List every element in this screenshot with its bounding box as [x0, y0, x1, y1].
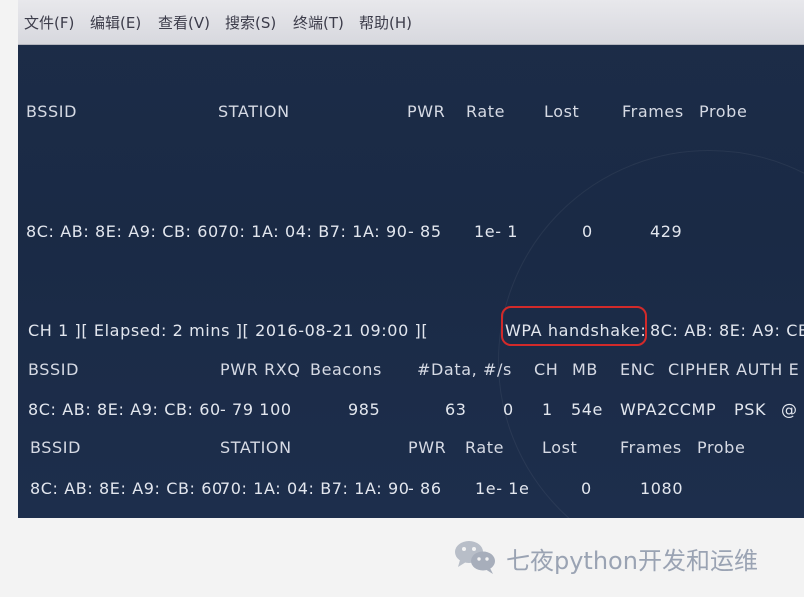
col-ch: CH — [534, 360, 559, 379]
pwr-value: - 86 — [408, 479, 442, 498]
rate-value: 1e- 1 — [474, 222, 519, 241]
terminal-screen: 文件(F) 编辑(E) 查看(V) 搜索(S) 终端(T) 帮助(H) BSSI… — [18, 0, 804, 518]
menu-view[interactable]: 查看(V) — [158, 12, 210, 33]
col-pwr: PWR — [408, 438, 447, 457]
col-enc: ENC — [620, 360, 656, 379]
col-lost: Lost — [544, 102, 580, 121]
pwr-value: - 85 — [408, 222, 442, 241]
data-rate-value: 0 — [503, 400, 514, 419]
lost-value: 0 — [581, 479, 592, 498]
menu-bar: 文件(F) 编辑(E) 查看(V) 搜索(S) 终端(T) 帮助(H) — [18, 0, 804, 45]
pwr-rxq-value: - 79 100 — [220, 400, 292, 419]
menu-terminal[interactable]: 终端(T) — [293, 12, 344, 33]
bssid-value: 8C: AB: 8E: A9: CB: 60 — [26, 222, 219, 241]
menu-search[interactable]: 搜索(S) — [225, 12, 276, 33]
col-pwr: PWR — [407, 102, 446, 121]
frames-value: 429 — [650, 222, 683, 241]
col-bssid: BSSID — [28, 360, 80, 379]
bottom-station-row: 8C: AB: 8E: A9: CB: 60 70: 1A: 04: B7: 1… — [18, 479, 804, 503]
menu-help[interactable]: 帮助(H) — [359, 12, 412, 33]
frames-value: 1080 — [640, 479, 684, 498]
auth-value: PSK — [734, 400, 767, 419]
col-station: STATION — [220, 438, 292, 457]
mb-value: 54e — [571, 400, 604, 419]
bottom-station-header-row: BSSID STATION PWR Rate Lost Frames Probe — [18, 438, 804, 462]
watermark: 七夜python开发和运维 — [452, 535, 792, 577]
col-bssid: BSSID — [30, 438, 82, 457]
essid-value: @ — [781, 400, 798, 419]
bssid-value: 8C: AB: 8E: A9: CB: 60 — [28, 400, 221, 419]
col-station: STATION — [218, 102, 290, 121]
top-station-header-row: BSSID STATION PWR Rate Lost Frames Probe — [18, 102, 804, 126]
col-probe: Probe — [699, 102, 748, 121]
cipher-value: CCMP — [668, 400, 717, 419]
top-station-row: 8C: AB: 8E: A9: CB: 60 70: 1A: 04: B7: 1… — [18, 222, 804, 246]
wpa-handshake-bssid: 8C: AB: 8E: A9: CB: — [650, 321, 804, 340]
ap-header-row: BSSID PWR RXQ Beacons #Data, #/s CH MB E… — [18, 360, 804, 384]
col-bssid: BSSID — [26, 102, 78, 121]
ap-row: 8C: AB: 8E: A9: CB: 60 - 79 100 985 63 0… — [18, 400, 804, 424]
bssid-value: 8C: AB: 8E: A9: CB: 60 — [30, 479, 223, 498]
col-pwr-rxq: PWR RXQ — [220, 360, 301, 379]
rate-value: 1e- 1e — [475, 479, 530, 498]
wechat-icon — [455, 541, 495, 574]
enc-value: WPA2 — [620, 400, 668, 419]
col-cipher-auth: CIPHER AUTH E — [668, 360, 800, 379]
ch-value: 1 — [542, 400, 553, 419]
col-lost: Lost — [542, 438, 578, 457]
channel-elapsed-time: CH 1 ][ Elapsed: 2 mins ][ 2016-08-21 09… — [28, 321, 429, 340]
col-probe: Probe — [697, 438, 746, 457]
data-value: 63 — [445, 400, 467, 419]
beacons-value: 985 — [348, 400, 381, 419]
menu-edit[interactable]: 编辑(E) — [90, 12, 141, 33]
wpa-handshake-label: WPA handshake: — [505, 321, 647, 340]
col-rate: Rate — [465, 438, 505, 457]
col-data-rate: #Data, #/s — [417, 360, 512, 379]
menu-file[interactable]: 文件(F) — [24, 12, 74, 33]
col-beacons: Beacons — [310, 360, 382, 379]
col-rate: Rate — [466, 102, 506, 121]
col-frames: Frames — [622, 102, 684, 121]
lost-value: 0 — [582, 222, 593, 241]
station-value: 70: 1A: 04: B7: 1A: 90 — [220, 479, 410, 498]
watermark-text: 七夜python开发和运维 — [506, 547, 758, 575]
col-mb: MB — [572, 360, 598, 379]
status-line: CH 1 ][ Elapsed: 2 mins ][ 2016-08-21 09… — [18, 321, 804, 345]
col-frames: Frames — [620, 438, 682, 457]
station-value: 70: 1A: 04: B7: 1A: 90 — [218, 222, 408, 241]
